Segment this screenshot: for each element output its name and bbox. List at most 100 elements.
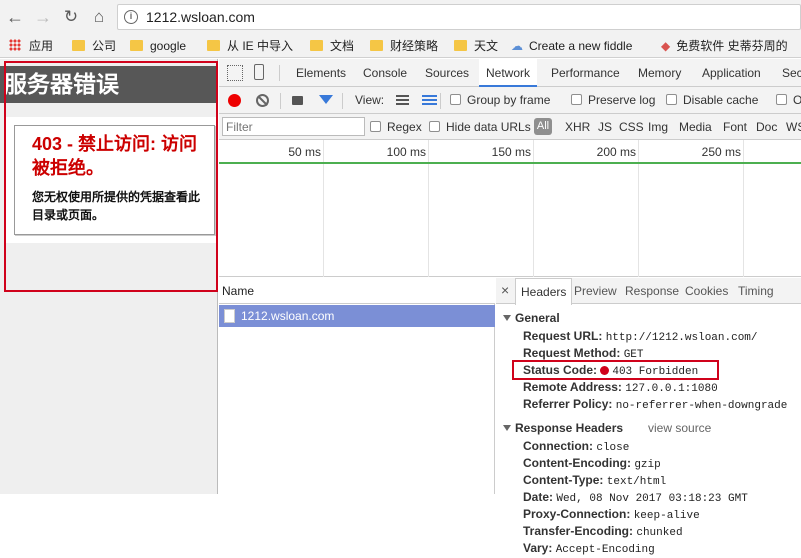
clear-icon[interactable] [256, 94, 269, 107]
response-headers-toggle[interactable]: Response Headers [503, 420, 623, 436]
checkbox[interactable] [666, 94, 677, 105]
tab-sources[interactable]: Sources [425, 59, 469, 87]
forward-arrow-icon[interactable]: → [32, 6, 54, 28]
tab-security[interactable]: Sec [782, 59, 801, 87]
filter-media[interactable]: Media [679, 119, 712, 135]
tab-console[interactable]: Console [363, 59, 407, 87]
regex-checkbox[interactable]: Regex [370, 119, 422, 135]
reload-icon[interactable]: ↻ [60, 6, 82, 28]
general-section-toggle[interactable]: General [503, 310, 560, 326]
network-overview-timeline[interactable]: 50 ms 100 ms 150 ms 200 ms 250 ms [219, 140, 801, 277]
bookmark-folder[interactable]: 天文 [454, 38, 498, 54]
bookmark-label: google [150, 39, 187, 53]
checkbox-label: Regex [387, 120, 422, 134]
name-column-header[interactable]: Name [219, 278, 495, 304]
section-title: Response Headers [515, 421, 624, 435]
home-icon[interactable]: ⌂ [88, 6, 110, 28]
timeline-gridline [428, 140, 429, 277]
request-row[interactable]: 1212.wsloan.com [219, 305, 495, 327]
tab-network[interactable]: Network [479, 59, 538, 87]
checkbox-label: Preserve log [588, 93, 656, 107]
checkbox[interactable] [370, 121, 381, 132]
header-value: chunked [636, 527, 683, 539]
bookmark-label: 财经策略 [390, 39, 439, 53]
filter-doc[interactable]: Doc [756, 119, 777, 135]
checkbox[interactable] [776, 94, 787, 105]
document-icon [224, 309, 235, 323]
request-list: Name 1212.wsloan.com [219, 278, 495, 494]
cloud-icon: ☁ [511, 39, 523, 53]
timeline-gridline [638, 140, 639, 277]
triangle-down-icon [503, 315, 511, 321]
view-source-link[interactable]: view source [648, 420, 711, 436]
divider [279, 65, 280, 81]
filter-js[interactable]: JS [598, 119, 612, 135]
tab-elements[interactable]: Elements [296, 59, 346, 87]
bookmark-folder[interactable]: 财经策略 [370, 38, 438, 54]
group-by-frame-checkbox[interactable]: Group by frame [450, 92, 550, 108]
header-key: Request Method: [523, 346, 621, 360]
header-key: Connection: [523, 439, 593, 453]
header-value: text/html [606, 476, 667, 488]
diamond-icon: ◆ [661, 39, 671, 53]
folder-icon [370, 40, 383, 51]
filter-xhr[interactable]: XHR [565, 119, 590, 135]
filter-input[interactable] [222, 117, 365, 136]
tab-timing[interactable]: Timing [738, 278, 774, 304]
browser-toolbar: ← → ↻ ⌂ i 1212.wsloan.com [0, 0, 801, 34]
triangle-down-icon [503, 425, 511, 431]
header-row: Remote Address: 127.0.0.1:1080 [523, 379, 718, 397]
tab-memory[interactable]: Memory [638, 59, 681, 87]
tab-application[interactable]: Application [702, 59, 761, 87]
address-bar[interactable]: i 1212.wsloan.com [117, 4, 801, 30]
tab-preview[interactable]: Preview [574, 278, 617, 304]
filter-funnel-icon[interactable] [319, 95, 333, 104]
bookmark-folder[interactable]: google [130, 38, 186, 54]
filter-css[interactable]: CSS [619, 119, 644, 135]
filter-img[interactable]: Img [648, 119, 668, 135]
back-arrow-icon[interactable]: ← [4, 6, 26, 28]
timeline-gridline [323, 140, 324, 277]
preserve-log-checkbox[interactable]: Preserve log [571, 92, 655, 108]
info-icon[interactable]: i [124, 10, 138, 24]
checkbox[interactable] [429, 121, 440, 132]
header-row: Request URL: http://1212.wsloan.com/ [523, 328, 758, 346]
waterfall-overview-icon[interactable] [422, 95, 437, 106]
bookmark-folder[interactable]: 公司 [72, 38, 116, 54]
checkbox[interactable] [571, 94, 582, 105]
request-detail: × Headers Preview Response Cookies Timin… [496, 278, 801, 556]
screenshot-camera-icon[interactable] [292, 96, 303, 105]
header-row: Vary: Accept-Encoding [523, 540, 655, 558]
section-title: General [515, 311, 560, 325]
large-rows-icon[interactable] [396, 95, 409, 106]
header-value: keep-alive [633, 510, 700, 522]
tab-performance[interactable]: Performance [551, 59, 620, 87]
bookmark-folder[interactable]: 文档 [310, 38, 354, 54]
device-toolbar-icon[interactable] [254, 64, 264, 80]
disable-cache-checkbox[interactable]: Disable cache [666, 92, 758, 108]
timeline-gridline [533, 140, 534, 277]
offline-checkbox[interactable]: O [776, 92, 801, 108]
header-value: 127.0.0.1:1080 [625, 383, 718, 395]
bookmark-folder[interactable]: 从 IE 中导入 [207, 38, 293, 54]
tab-response[interactable]: Response [625, 278, 679, 304]
bookmark-freeware[interactable]: ◆ 免费软件 史蒂芬周的 [661, 38, 788, 54]
hide-data-urls-checkbox[interactable]: Hide data URLs [429, 119, 531, 135]
bookmark-apps[interactable]: 应用 [9, 38, 53, 54]
record-icon[interactable] [228, 94, 241, 107]
bookmark-label: 应用 [29, 39, 54, 53]
bookmark-label: Create a new fiddle [529, 39, 633, 53]
inspect-element-icon[interactable] [227, 65, 243, 81]
close-icon[interactable]: × [501, 282, 509, 298]
bookmark-fiddle[interactable]: ☁ Create a new fiddle [511, 38, 632, 54]
header-row: Date: Wed, 08 Nov 2017 03:18:23 GMT [523, 489, 748, 507]
folder-icon [310, 40, 323, 51]
checkbox[interactable] [450, 94, 461, 105]
header-key: Referrer Policy: [523, 397, 613, 411]
filter-all-button[interactable]: All [534, 118, 552, 135]
header-row: Content-Type: text/html [523, 472, 666, 490]
filter-ws[interactable]: WS [786, 119, 801, 135]
tab-cookies[interactable]: Cookies [685, 278, 728, 304]
tab-headers[interactable]: Headers [515, 278, 573, 305]
filter-font[interactable]: Font [723, 119, 747, 135]
